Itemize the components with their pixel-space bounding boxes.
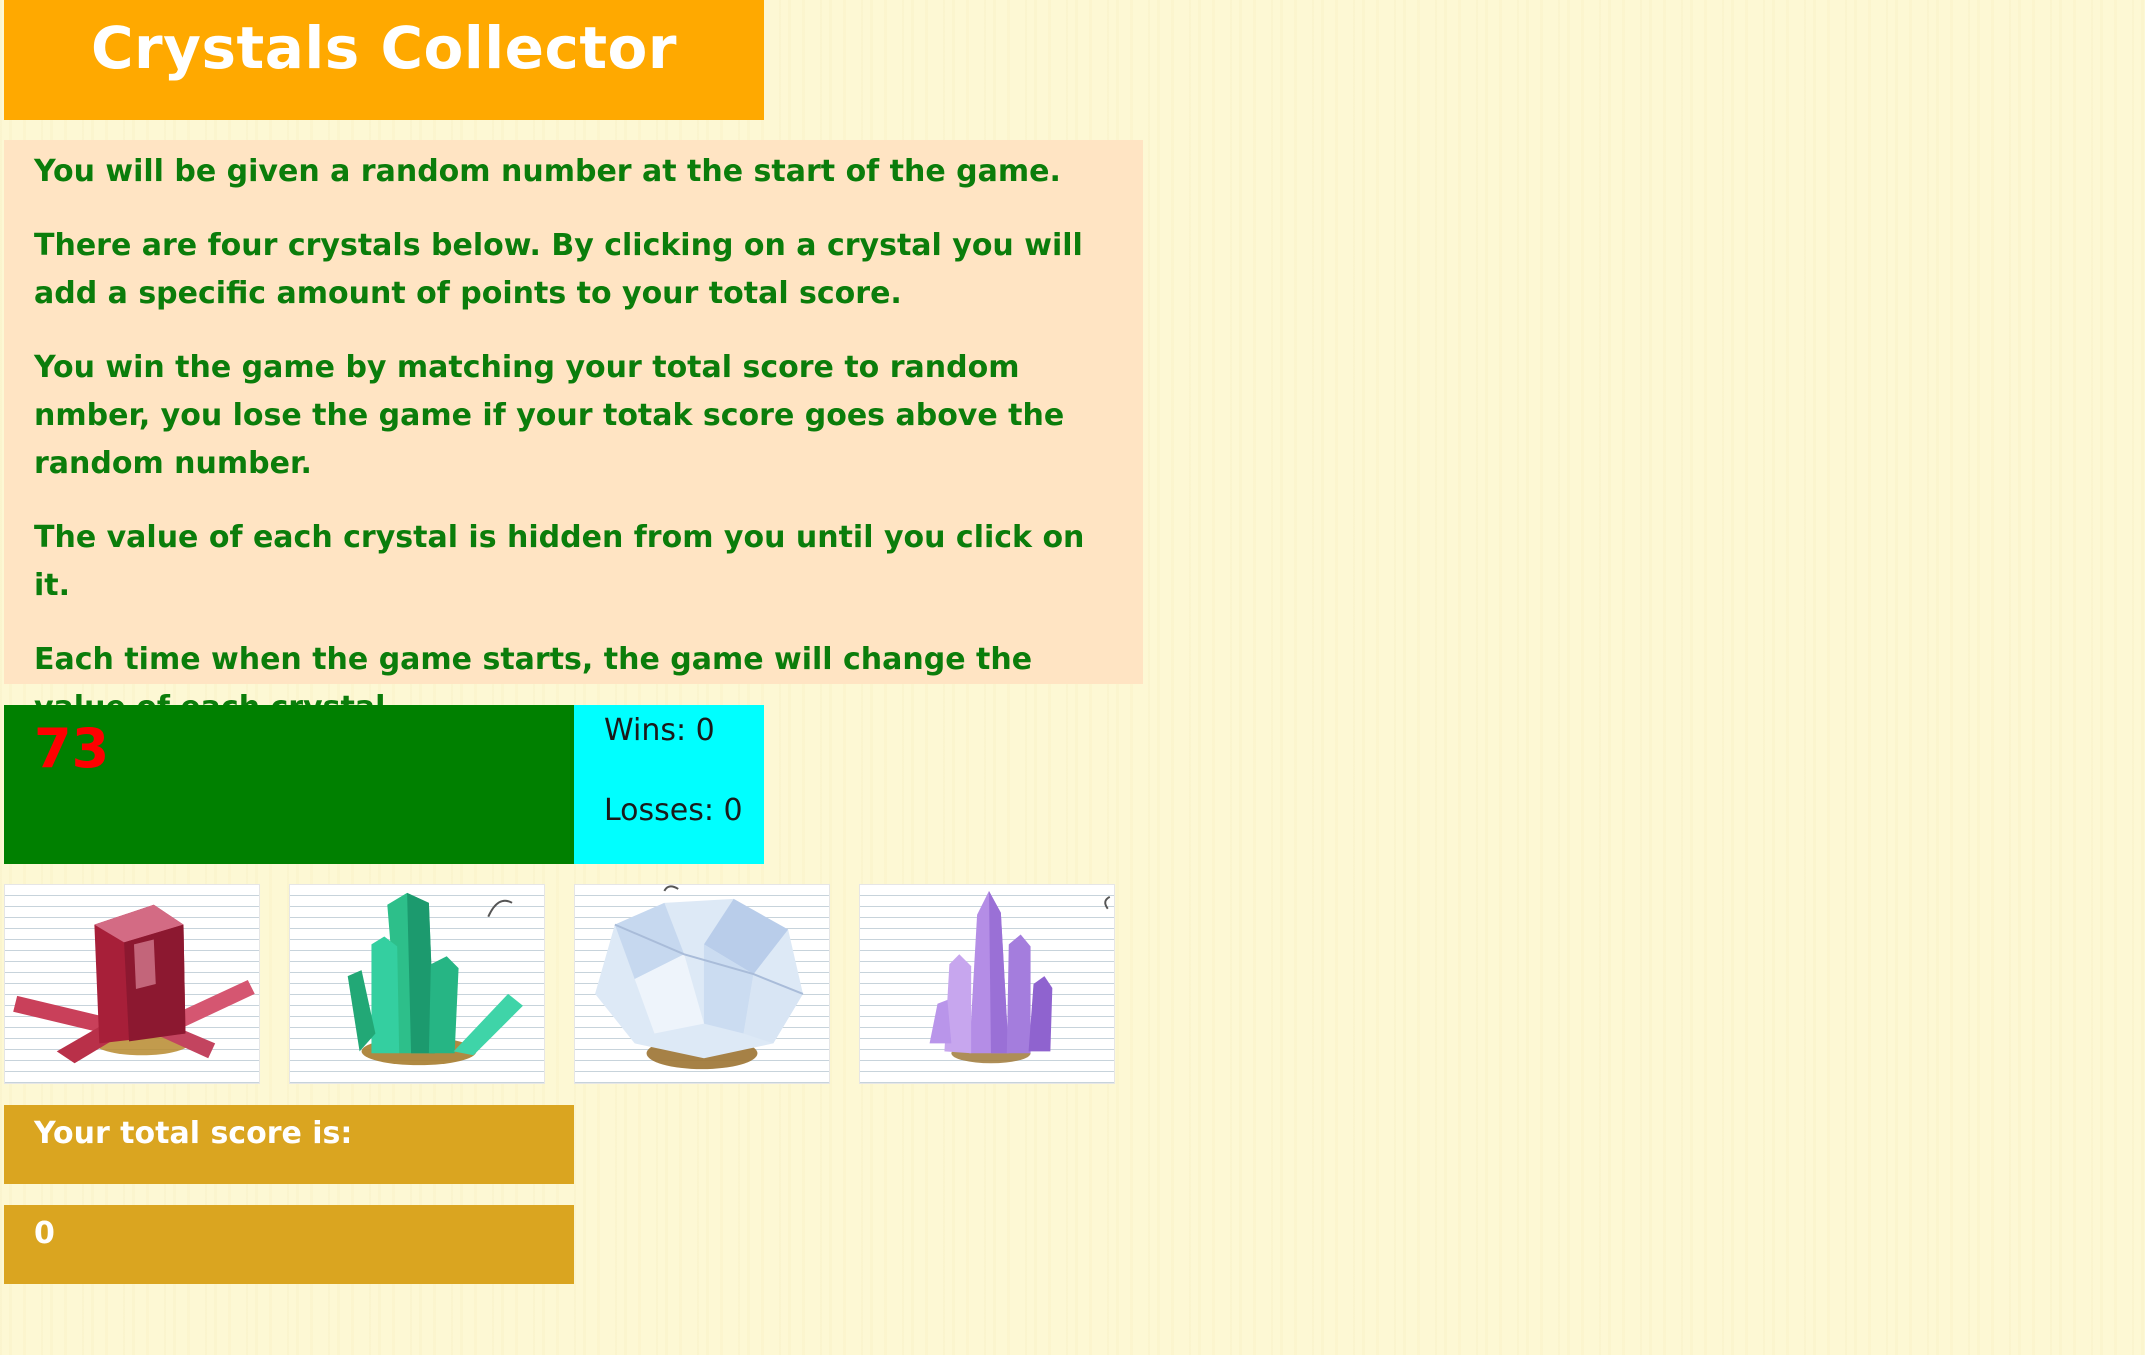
- total-score-value: 0: [34, 1216, 55, 1251]
- instruction-paragraph: The value of each crystal is hidden from…: [34, 520, 1085, 603]
- target-number-panel: 73: [4, 705, 574, 864]
- crystal-button-red[interactable]: [4, 884, 260, 1084]
- instruction-paragraph: You win the game by matching your total …: [34, 350, 1065, 481]
- instruction-paragraph: You will be given a random number at the…: [34, 154, 1061, 189]
- clear-crystal-icon: [595, 885, 804, 1070]
- crystal-button-clear[interactable]: [574, 884, 830, 1084]
- losses-counter: Losses: 0: [604, 793, 743, 828]
- title-banner: Crystals Collector: [4, 0, 764, 120]
- red-crystal-icon: [13, 904, 255, 1064]
- page-title: Crystals Collector: [90, 14, 678, 82]
- score-label-panel: Your total score is:: [4, 1105, 574, 1184]
- green-crystal-icon: [347, 892, 523, 1066]
- purple-crystal-icon: [929, 890, 1111, 1064]
- instructions-panel: You will be given a random number at the…: [4, 140, 1143, 725]
- score-label: Your total score is:: [34, 1116, 353, 1151]
- crystal-button-purple[interactable]: [859, 884, 1115, 1084]
- score-value-panel: 0: [4, 1205, 574, 1284]
- stats-panel: Wins: 0 Losses: 0: [574, 705, 764, 864]
- wins-counter: Wins: 0: [604, 713, 715, 748]
- instruction-paragraph: There are four crystals below. By clicki…: [34, 228, 1083, 311]
- crystal-button-green[interactable]: [289, 884, 545, 1084]
- target-number: 73: [34, 717, 110, 780]
